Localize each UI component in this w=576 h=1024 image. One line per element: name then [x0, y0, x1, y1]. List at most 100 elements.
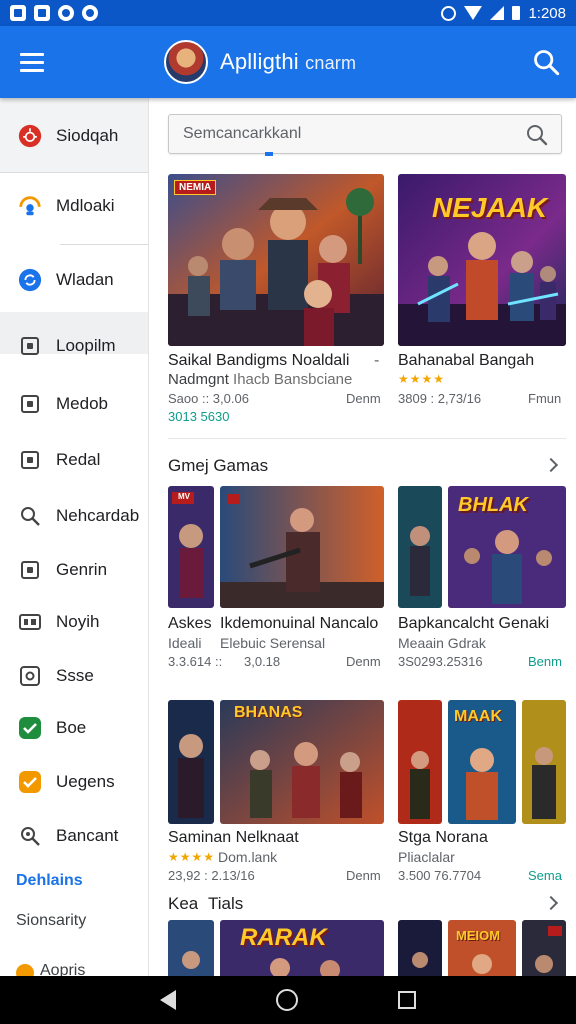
search-icon[interactable]	[525, 123, 549, 147]
photo-icon	[34, 5, 50, 21]
drawer-item-label: Loopilm	[56, 336, 116, 355]
game-title: Saminan Nelknaat	[168, 829, 299, 846]
main-content: Semcancarkkanl NEMIA Saikal Bandigms Noa…	[150, 98, 576, 976]
card-logo-text: MAAK	[454, 708, 502, 725]
game-card-image[interactable]	[220, 486, 384, 608]
card-logo-text: RARAK	[240, 924, 327, 951]
game-price: Denm	[346, 654, 381, 669]
drawer-item-label: Siodqah	[56, 126, 119, 145]
drawer-item-label: Redal	[56, 450, 101, 469]
drawer-item-label: Noyih	[56, 612, 100, 631]
drawer-item-sionsarity[interactable]: Sionsarity	[16, 912, 86, 930]
game-title: Saikal Bandigms Noaldali	[168, 352, 350, 369]
game-meta: 3.500 76.7704	[398, 868, 482, 883]
drawer-item-label: Boe	[56, 718, 87, 737]
drawer-item-label: Medob	[56, 394, 108, 413]
status-bar: 1:208	[0, 0, 576, 26]
chevron-right-icon[interactable]	[543, 895, 559, 911]
game-card-image[interactable]	[168, 486, 214, 608]
record-icon	[58, 5, 74, 21]
app-title: Aplligthi cnarm	[220, 49, 356, 75]
game-card-image[interactable]	[398, 920, 442, 976]
game-card-image[interactable]	[522, 700, 566, 824]
drawer-item-siodqah[interactable]: Siodqah	[0, 120, 148, 152]
game-meta: 3809 : 2,73/16	[398, 391, 482, 406]
drawer-item-label: Wladan	[56, 270, 114, 289]
game-price: Sema	[528, 868, 562, 883]
game-subtitle: Pliaclalar	[398, 849, 455, 865]
search-icon	[18, 504, 42, 528]
notification-icons	[10, 5, 98, 21]
drawer-item-boe[interactable]: Boe	[0, 712, 148, 744]
battery-icon	[512, 6, 521, 20]
sync-icon	[18, 268, 42, 292]
game-price: Denm	[346, 391, 381, 406]
drawer-item-aopris[interactable]: Aopris	[40, 962, 85, 976]
card-badge: NEMIA	[174, 180, 217, 195]
game-card-image[interactable]	[398, 700, 442, 824]
card-logo-text: BHLAK	[458, 494, 528, 516]
game-price: Denm	[346, 868, 381, 883]
star-rating: ★★★★	[398, 372, 446, 386]
alarm-icon	[441, 5, 457, 21]
app-bar: Aplligthi cnarm	[0, 26, 576, 98]
game-card-image[interactable]	[168, 700, 214, 824]
drawer-item-uegens[interactable]: Uegens	[0, 766, 148, 798]
signal-icon	[490, 6, 505, 20]
game-card-image[interactable]	[398, 486, 442, 608]
drawer-item-ssse[interactable]: Ssse	[0, 660, 148, 692]
game-subtitle: Elebuic Serensal	[220, 635, 326, 651]
game-title: Stga Norana	[398, 829, 488, 846]
game-meta: 3,0.18	[244, 654, 281, 669]
drawer-item-medob[interactable]: Medob	[0, 388, 148, 420]
clock-icon	[82, 5, 98, 21]
game-meta: 23,92 : 2.13/16	[168, 868, 255, 883]
search-input[interactable]: Semcancarkkanl	[168, 114, 562, 156]
recents-icon[interactable]	[398, 991, 416, 1009]
drawer-item-noyih[interactable]: Noyih	[0, 606, 148, 638]
bug-icon	[18, 124, 42, 148]
game-subtitle: Nadmgnt Ihacb Bansbciane	[168, 371, 352, 388]
drawer-item-wladan[interactable]: Wladan	[0, 264, 148, 296]
section-title: Kea	[168, 894, 199, 913]
drawer-item-label: Nehcardab	[56, 506, 140, 525]
game-card-image[interactable]	[168, 174, 384, 346]
game-meta: Saoo :: 3,0.06	[168, 391, 249, 406]
shield-check-icon	[18, 770, 42, 794]
card-logo-text: NEJAAK	[432, 192, 548, 223]
system-icons: 1:208	[441, 5, 566, 22]
more-options[interactable]: -	[374, 352, 379, 370]
game-price: Fmun	[528, 391, 562, 406]
drawer-divider	[0, 172, 148, 173]
game-subtitle: Meaain Gdrak	[398, 635, 486, 651]
folder-icon	[18, 558, 42, 582]
drawer-item-label: Uegens	[56, 772, 115, 791]
drawer-divider	[60, 244, 148, 245]
home-icon[interactable]	[276, 989, 298, 1011]
drawer-item-redal[interactable]: Redal	[0, 444, 148, 476]
drawer-item-genrin[interactable]: Genrin	[0, 554, 148, 586]
square-icon	[18, 392, 42, 416]
drawer-item-label: Genrin	[56, 560, 108, 579]
gmail-icon	[10, 5, 26, 21]
section-divider	[168, 438, 566, 439]
game-card-image[interactable]	[168, 920, 214, 976]
search-icon[interactable]	[532, 48, 560, 76]
card-logo-text: BHANAS	[234, 704, 303, 721]
game-card-image[interactable]	[522, 920, 566, 976]
clock-time: 1:208	[528, 4, 566, 22]
drawer-item-nehcardab[interactable]: Nehcardab	[0, 500, 148, 532]
chevron-right-icon[interactable]	[543, 457, 559, 473]
hamburger-menu-icon[interactable]	[0, 26, 64, 98]
back-icon[interactable]	[160, 990, 176, 1010]
game-subtitle: Dom.lank	[218, 849, 278, 865]
drawer-item-label: Mdloaki	[56, 196, 115, 215]
drawer-item-mdloaki[interactable]: Mdloaki	[0, 190, 148, 222]
magnify-icon	[18, 824, 42, 848]
drawer-item-label: Ssse	[56, 666, 94, 685]
game-subtitle: Ideali	[168, 635, 202, 651]
drawer-item-loopilm[interactable]: Loopilm	[0, 330, 148, 362]
game-title: Ikdemonuinal Nancalo	[220, 615, 379, 632]
drawer-item-bancant[interactable]: Bancant	[0, 820, 148, 852]
system-navigation-bar	[0, 976, 576, 1024]
